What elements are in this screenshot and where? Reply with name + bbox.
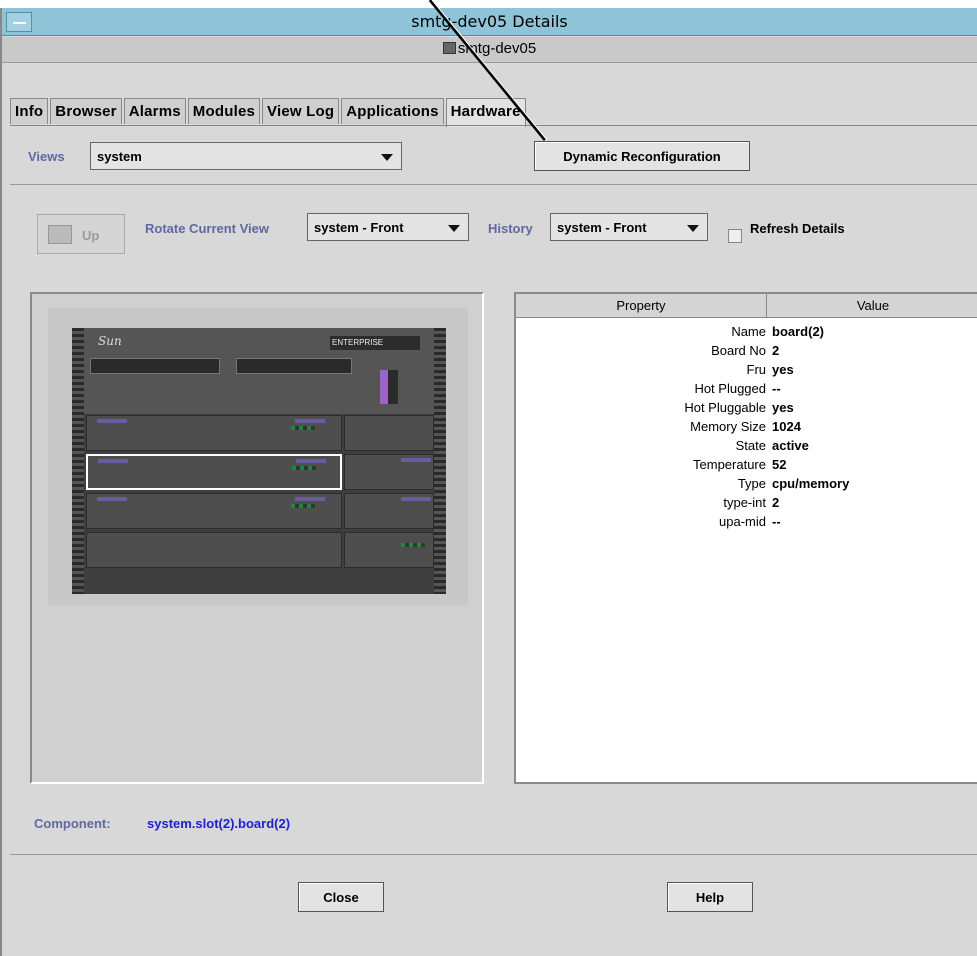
property-row: Hot Plugged -- <box>516 379 977 398</box>
board-slot-selected[interactable] <box>86 454 342 490</box>
section-divider <box>10 184 977 185</box>
chassis-top-panel: Sun ENTERPRISE <box>84 328 434 414</box>
window-title: smtg-dev05 Details <box>411 12 568 31</box>
property-value: active <box>772 438 809 453</box>
history-select-value: system - Front <box>557 220 647 235</box>
property-value: board(2) <box>772 324 824 339</box>
rotate-select-value: system - Front <box>314 220 404 235</box>
property-value: yes <box>772 400 794 415</box>
property-value: yes <box>772 362 794 377</box>
tab-bar: Info Browser Alarms Modules View Log App… <box>10 98 528 127</box>
property-name: Temperature <box>693 457 766 472</box>
property-row: Name board(2) <box>516 322 977 341</box>
property-name: Memory Size <box>690 419 766 434</box>
property-table-header: Property Value <box>516 294 977 318</box>
board-slot[interactable] <box>86 493 342 529</box>
chevron-down-icon <box>381 154 393 161</box>
property-table: Property Value Name board(2) Board No 2 Fru y… <box>514 292 977 784</box>
history-select[interactable]: system - Front <box>550 213 708 241</box>
property-value: cpu/memory <box>772 476 850 491</box>
footer-divider <box>10 854 977 855</box>
history-label: History <box>488 221 533 236</box>
property-row: Hot Pluggable yes <box>516 398 977 417</box>
property-name: Type <box>737 476 766 491</box>
property-row: Board No 2 <box>516 341 977 360</box>
tab-info[interactable]: Info <box>10 98 49 124</box>
property-value: 1024 <box>772 419 801 434</box>
property-name: Fru <box>746 362 767 377</box>
board-slot[interactable] <box>344 532 434 568</box>
hardware-image-panel: Sun ENTERPRISE <box>30 292 484 784</box>
property-row: Fru yes <box>516 360 977 379</box>
board-slot[interactable] <box>344 454 434 490</box>
tab-applications[interactable]: Applications <box>341 98 444 124</box>
property-value: 52 <box>772 457 787 472</box>
views-select[interactable]: system <box>90 142 402 170</box>
title-bar: smtg-dev05 Details <box>2 8 977 36</box>
chevron-down-icon <box>687 225 699 232</box>
property-value: 2 <box>772 495 780 510</box>
property-name: Name <box>731 324 766 339</box>
chevron-down-icon <box>448 225 460 232</box>
property-name: upa-mid <box>719 514 766 529</box>
tab-view-log[interactable]: View Log <box>262 98 340 124</box>
up-button-label: Up <box>82 228 100 243</box>
board-slot[interactable] <box>86 532 342 568</box>
tab-modules[interactable]: Modules <box>187 98 261 124</box>
tab-divider <box>10 125 977 126</box>
refresh-details-label: Refresh Details <box>750 221 845 236</box>
property-row: upa-mid -- <box>516 512 977 531</box>
server-chassis-image: Sun ENTERPRISE <box>72 328 446 594</box>
up-button[interactable]: Up <box>37 214 125 254</box>
property-value: -- <box>772 381 781 396</box>
property-name: Hot Pluggable <box>684 400 766 415</box>
board-slot[interactable] <box>344 415 434 451</box>
enterprise-badge: ENTERPRISE <box>330 336 420 350</box>
property-name: State <box>735 438 766 453</box>
refresh-details-checkbox[interactable] <box>728 229 742 243</box>
views-label: Views <box>28 149 65 164</box>
folder-up-icon <box>48 225 72 244</box>
component-path: system.slot(2).board(2) <box>147 816 291 831</box>
host-name: smtg-dev05 <box>457 40 537 57</box>
property-row: type-int 2 <box>516 493 977 512</box>
chassis-left-rail <box>72 328 84 594</box>
tape-drive-slot <box>90 358 220 374</box>
property-table-body: Name board(2) Board No 2 Fru yes Hot Plugged --… <box>516 318 977 531</box>
cdrom-drive-slot <box>236 358 352 374</box>
board-slot[interactable] <box>86 415 342 451</box>
property-name: Hot Plugged <box>694 381 766 396</box>
board-slot[interactable] <box>344 493 434 529</box>
property-value: -- <box>772 514 781 529</box>
rotate-current-view-label: Rotate Current View <box>145 221 270 236</box>
component-label: Component: <box>34 816 111 831</box>
property-value: 2 <box>772 343 780 358</box>
chassis-right-rail <box>434 328 446 594</box>
dynamic-reconfiguration-button[interactable]: Dynamic Reconfiguration <box>534 141 750 171</box>
key-switch-icon <box>380 370 398 404</box>
tab-hardware[interactable]: Hardware <box>445 98 526 127</box>
property-column-header[interactable]: Property <box>516 294 767 317</box>
host-icon <box>442 42 456 54</box>
property-row: State active <box>516 436 977 455</box>
sun-logo: Sun <box>98 334 122 348</box>
tab-alarms[interactable]: Alarms <box>123 98 186 124</box>
host-bar: smtg-dev05 <box>2 37 977 63</box>
close-button[interactable]: Close <box>298 882 384 912</box>
views-select-value: system <box>97 149 142 164</box>
property-row: Temperature 52 <box>516 455 977 474</box>
help-button[interactable]: Help <box>667 882 753 912</box>
rotate-current-view-select[interactable]: system - Front <box>307 213 469 241</box>
details-window: smtg-dev05 Details smtg-dev05 Info Brows… <box>0 8 977 956</box>
property-row: Memory Size 1024 <box>516 417 977 436</box>
tab-browser[interactable]: Browser <box>50 98 122 124</box>
value-column-header[interactable]: Value <box>767 294 977 317</box>
property-name: Board No <box>711 343 766 358</box>
property-name: type-int <box>723 495 766 510</box>
property-row: Type cpu/memory <box>516 474 977 493</box>
